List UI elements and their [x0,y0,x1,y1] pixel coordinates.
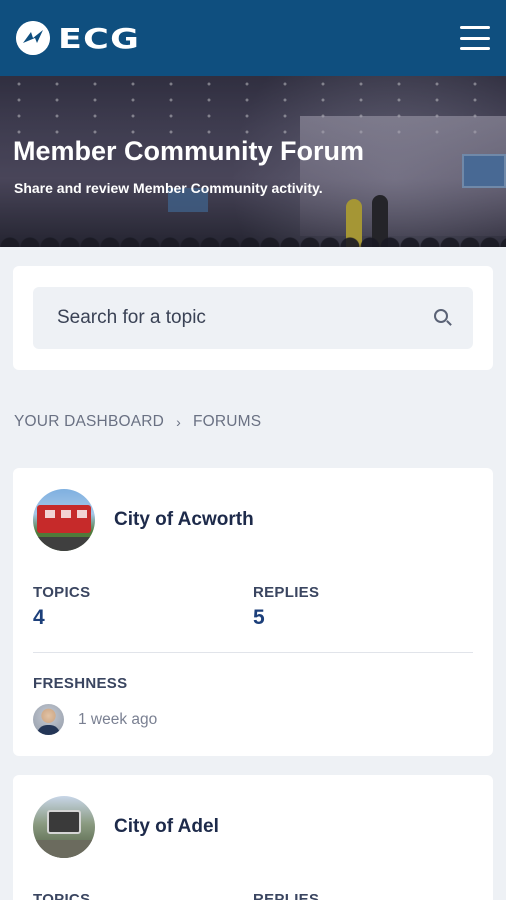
logo-text: ECG [58,21,141,55]
forum-title[interactable]: City of Adel [114,816,219,838]
breadcrumb-dashboard-link[interactable]: YOUR DASHBOARD [14,413,164,431]
forum-stats: TOPICS REPLIES [33,891,473,900]
page-subtitle: Share and review Member Community activi… [14,180,323,196]
forum-card: City of Acworth TOPICS 4 REPLIES 5 FRESH… [13,468,493,756]
search-icon[interactable] [433,308,453,328]
forum-card: City of Adel TOPICS REPLIES [13,775,493,900]
freshness-time[interactable]: 1 week ago [78,711,157,729]
search-input[interactable] [57,307,397,329]
topics-count: 4 [33,606,45,629]
topics-label: TOPICS [33,891,91,900]
freshness-label: FRESHNESS [33,675,128,692]
forum-title[interactable]: City of Acworth [114,509,254,531]
forum-avatar[interactable] [33,796,95,858]
topics-label: TOPICS [33,584,91,601]
page-title: Member Community Forum [13,136,365,166]
hero-banner: Member Community Forum Share and review … [0,76,506,247]
top-app-bar: ECG [0,0,506,76]
search-box [33,287,473,349]
hamburger-menu-icon[interactable] [460,26,490,50]
breadcrumb: YOUR DASHBOARD › FORUMS [14,413,261,431]
replies-count: 5 [253,606,265,629]
search-card [13,266,493,370]
ecg-logo-icon [16,21,50,55]
breadcrumb-separator: › [176,414,181,430]
forum-stats: TOPICS 4 REPLIES 5 [33,584,473,630]
breadcrumb-forums-link[interactable]: FORUMS [193,413,261,431]
forum-avatar[interactable] [33,489,95,551]
divider [33,652,473,653]
ecg-logo[interactable]: ECG [16,21,139,55]
replies-label: REPLIES [253,584,320,601]
replies-label: REPLIES [253,891,320,900]
user-avatar[interactable] [33,704,64,735]
